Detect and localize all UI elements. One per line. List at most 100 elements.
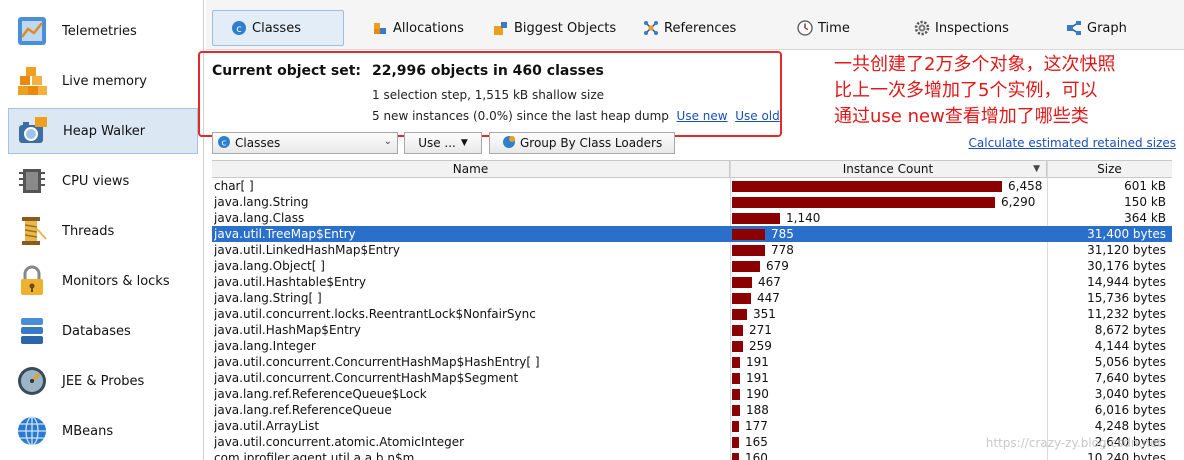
svg-text:c: c [236, 24, 242, 35]
sidebar-item-jee-probes[interactable]: JEE & Probes [8, 358, 198, 404]
table-row[interactable]: java.util.TreeMap$Entry 785 31,400 bytes [212, 226, 1172, 242]
instance-count-bar [732, 389, 740, 400]
table-row[interactable]: java.lang.String[ ] 447 15,736 bytes [212, 290, 1172, 306]
instance-count-value: 778 [771, 243, 794, 257]
table-row[interactable]: java.lang.ref.ReferenceQueue$Lock 190 3,04… [212, 386, 1172, 402]
table-row[interactable]: java.util.ArrayList 177 4,248 bytes [212, 418, 1172, 434]
instance-count-bar [732, 293, 751, 304]
size-cell: 30,176 bytes [1087, 259, 1166, 273]
globe-icon [16, 415, 48, 447]
tab-time[interactable]: Time [797, 10, 850, 46]
annotation-line-2: 比上一次多增加了5个实例，可以 [834, 80, 1098, 101]
column-header-name[interactable]: Name [212, 161, 730, 178]
use-button-label: Use ... [418, 136, 456, 150]
class-name-cell: java.util.concurrent.atomic.AtomicIntege… [214, 435, 465, 449]
class-name-cell: java.lang.Object[ ] [214, 259, 325, 273]
size-cell: 364 kB [1124, 211, 1166, 225]
instance-count-bar [732, 213, 780, 224]
table-row[interactable]: java.lang.String 6,290 150 kB [212, 194, 1172, 210]
table-row[interactable]: java.util.LinkedHashMap$Entry 778 31,120 b… [212, 242, 1172, 258]
table-row[interactable]: java.util.concurrent.locks.ReentrantLock… [212, 306, 1172, 322]
gear-icon [914, 20, 930, 36]
table-row[interactable]: java.util.concurrent.ConcurrentHashMap$H… [212, 354, 1172, 370]
class-name-cell: java.util.concurrent.locks.ReentrantLock… [214, 307, 536, 321]
use-button[interactable]: Use ... ▼ [404, 132, 482, 154]
tab-classes[interactable]: c Classes [212, 10, 344, 46]
class-name-cell: java.lang.ref.ReferenceQueue [214, 403, 392, 417]
new-instances-text: 5 new instances (0.0%) since the last he… [372, 109, 669, 123]
table-row[interactable]: java.lang.Object[ ] 679 30,176 bytes [212, 258, 1172, 274]
column-header-label: Instance Count [842, 162, 934, 176]
dropdown-arrow-icon: ▼ [460, 138, 468, 148]
table-row[interactable]: java.lang.Integer 259 4,144 bytes [212, 338, 1172, 354]
sidebar-item-heap-walker[interactable]: Heap Walker [8, 108, 198, 154]
cpu-views-icon [16, 165, 48, 197]
sidebar-item-label: CPU views [62, 173, 130, 189]
size-cell: 7,640 bytes [1094, 371, 1166, 385]
table-row[interactable]: com.jprofiler.agent.util.a.a.b.n$m 160 10,… [212, 450, 1172, 460]
sidebar-item-label: Databases [62, 323, 131, 339]
tab-label: Time [818, 20, 850, 36]
instance-count-bar [732, 437, 739, 448]
instance-count-value: 467 [758, 275, 781, 289]
class-name-cell: java.util.LinkedHashMap$Entry [214, 243, 401, 257]
instance-count-bar [732, 277, 752, 288]
references-icon [643, 20, 659, 36]
group-by-class-loaders-button[interactable]: Group By Class Loaders [489, 132, 675, 154]
tab-label: Inspections [935, 20, 1009, 36]
size-cell: 31,120 bytes [1087, 243, 1166, 257]
sidebar-item-databases[interactable]: Databases [8, 308, 198, 354]
instance-count-bar [732, 229, 765, 240]
classes-table: Name Instance Count ▼ Size char[ ] 6,458 6… [212, 160, 1172, 460]
table-row[interactable]: char[ ] 6,458 601 kB [212, 178, 1172, 194]
instance-count-bar [732, 261, 760, 272]
sidebar-item-mbeans[interactable]: MBeans [8, 408, 198, 454]
sidebar-item-cpu-views[interactable]: CPU views [8, 158, 198, 204]
size-cell: 10,240 bytes [1087, 451, 1166, 460]
class-name-cell: java.lang.Integer [214, 339, 316, 353]
tab-references[interactable]: References [643, 10, 736, 46]
size-cell: 3,040 bytes [1094, 387, 1166, 401]
instance-count-value: 259 [749, 339, 772, 353]
group-button-label: Group By Class Loaders [520, 136, 663, 150]
sidebar-item-monitors-locks[interactable]: Monitors & locks [8, 258, 198, 304]
size-cell: 6,016 bytes [1094, 403, 1166, 417]
instance-count-bar [732, 405, 740, 416]
class-name-cell: java.util.TreeMap$Entry [214, 227, 356, 241]
sidebar-item-live-memory[interactable]: Live memory [8, 58, 198, 104]
tab-inspections[interactable]: Inspections [914, 10, 1009, 46]
sidebar-item-telemetries[interactable]: Telemetries [8, 8, 198, 54]
selection-summary: 1 selection step, 1,515 kB shallow size [372, 88, 605, 102]
table-row[interactable]: java.util.Hashtable$Entry 467 14,944 bytes [212, 274, 1172, 290]
column-header-size[interactable]: Size [1047, 161, 1172, 178]
table-row[interactable]: java.util.HashMap$Entry 271 8,672 bytes [212, 322, 1172, 338]
use-new-link[interactable]: Use new [677, 109, 728, 123]
calculate-retained-sizes-link[interactable]: Calculate estimated retained sizes [969, 136, 1176, 150]
gauge-icon [16, 365, 48, 397]
table-row[interactable]: java.lang.ref.ReferenceQueue 188 6,016 byt… [212, 402, 1172, 418]
table-row[interactable]: java.lang.Class 1,140 364 kB [212, 210, 1172, 226]
instance-count-value: 165 [745, 435, 768, 449]
class-name-cell: java.lang.String[ ] [214, 291, 322, 305]
view-select[interactable]: c Classes ⌄ [212, 132, 398, 154]
tab-biggest-objects[interactable]: Biggest Objects [493, 10, 616, 46]
sidebar-item-threads[interactable]: Threads [8, 208, 198, 254]
instance-count-value: 351 [753, 307, 776, 321]
use-old-link[interactable]: Use old [735, 109, 780, 123]
sidebar-item-label: MBeans [62, 423, 114, 439]
sidebar: Telemetries Live memory Heap Walker CPU … [0, 0, 204, 460]
biggest-objects-icon [493, 20, 509, 36]
allocations-icon [372, 20, 388, 36]
view-tab-bar: c Classes Allocations Biggest Objects Re… [206, 0, 1184, 50]
instance-count-bar [732, 373, 740, 384]
class-name-cell: java.lang.String [214, 195, 309, 209]
table-row[interactable]: java.util.concurrent.ConcurrentHashMap$S… [212, 370, 1172, 386]
tab-label: Graph [1087, 20, 1127, 36]
tab-allocations[interactable]: Allocations [372, 10, 464, 46]
sort-descending-icon: ▼ [1033, 164, 1040, 174]
column-header-instance-count[interactable]: Instance Count ▼ [730, 161, 1047, 178]
current-object-set-label: Current object set: [212, 63, 361, 79]
telemetries-icon [16, 15, 48, 47]
tab-graph[interactable]: Graph [1066, 10, 1127, 46]
class-name-cell: java.lang.ref.ReferenceQueue$Lock [214, 387, 427, 401]
